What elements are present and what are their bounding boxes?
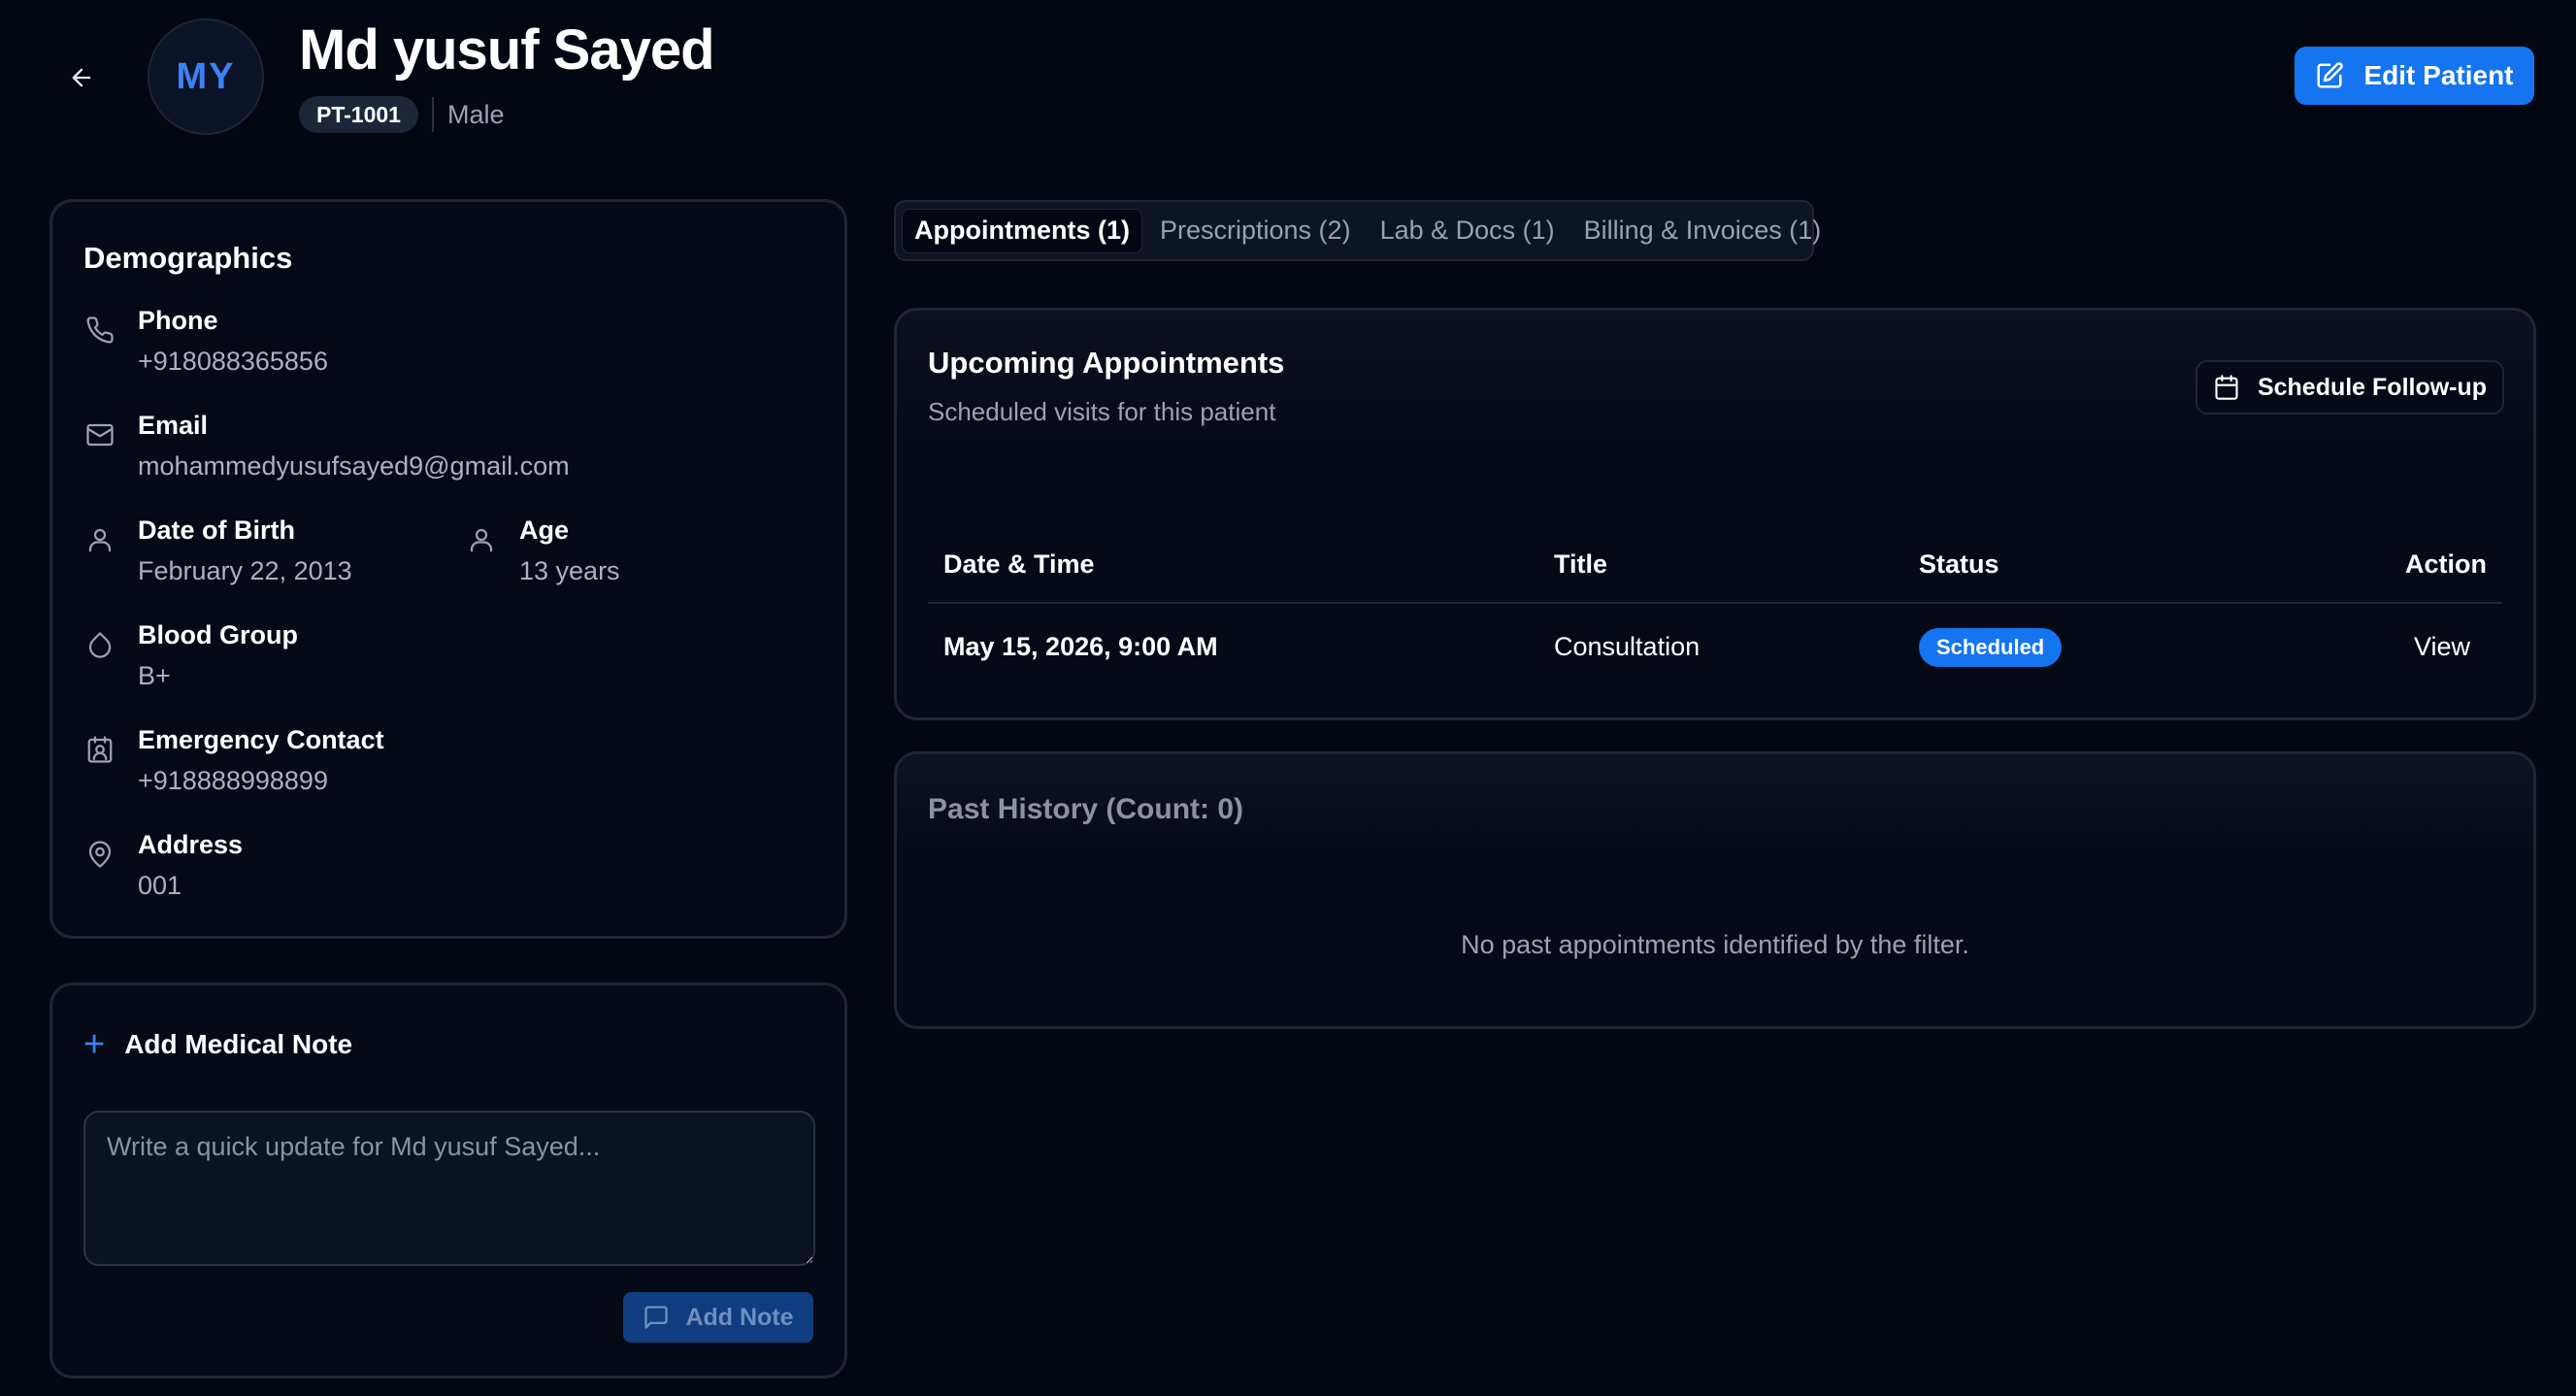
schedule-follow-up-label: Schedule Follow-up <box>2257 373 2488 401</box>
blood-group-value: B+ <box>138 661 171 690</box>
patient-tabs: Appointments (1) Prescriptions (2) Lab &… <box>894 200 1821 261</box>
email-label: Email <box>138 411 209 440</box>
address-value: 001 <box>138 871 182 900</box>
medical-note-card: + Add Medical Note Add Note <box>50 982 847 1379</box>
status-badge: Scheduled <box>1919 628 2063 667</box>
past-history-card: Past History (Count: 0) No past appointm… <box>894 751 2536 1029</box>
back-button[interactable] <box>60 56 103 99</box>
user-icon <box>83 523 116 556</box>
schedule-follow-up-button[interactable]: Schedule Follow-up <box>2196 360 2504 415</box>
appointment-datetime: May 15, 2026, 9:00 AM <box>943 632 1218 661</box>
add-note-label: Add Note <box>685 1303 794 1331</box>
gender-text: Male <box>446 99 505 129</box>
patient-meta: PT-1001 Male <box>299 96 504 133</box>
column-header-action: Action <box>2405 549 2487 579</box>
demographics-card: Demographics Phone +918088365856 Email m… <box>50 199 847 939</box>
column-header-title: Title <box>1554 549 1608 579</box>
patient-detail-page: MY Md yusuf Sayed PT-1001 Male Edit Pati… <box>0 0 2576 1396</box>
demographics-title: Demographics <box>83 241 293 275</box>
arrow-left-icon <box>72 68 91 87</box>
appointment-title: Consultation <box>1554 632 1701 661</box>
emergency-contact-label: Emergency Contact <box>138 725 384 754</box>
medical-note-input[interactable] <box>83 1111 815 1266</box>
plus-icon: + <box>83 1024 106 1065</box>
upcoming-subtitle: Scheduled visits for this patient <box>928 397 1276 426</box>
edit-patient-button[interactable]: Edit Patient <box>2295 47 2534 105</box>
column-header-date-time: Date & Time <box>943 549 1095 579</box>
tab-billing-invoices[interactable]: Billing & Invoices (1) <box>1572 209 1833 253</box>
table-header-divider <box>928 602 2502 604</box>
email-value: mohammedyusufsayed9@gmail.com <box>138 451 570 481</box>
tab-appointments[interactable]: Appointments (1) <box>902 208 1142 253</box>
page-title: Md yusuf Sayed <box>299 18 715 82</box>
medical-note-title: Add Medical Note <box>124 1029 353 1059</box>
past-history-title: Past History (Count: 0) <box>928 793 1244 825</box>
age-value: 13 years <box>519 556 620 585</box>
mail-icon <box>83 418 116 451</box>
dob-label: Date of Birth <box>138 515 295 545</box>
phone-label: Phone <box>138 306 218 335</box>
contact-card-icon <box>83 733 116 766</box>
avatar: MY <box>148 18 264 135</box>
view-appointment-link[interactable]: View <box>2414 632 2470 662</box>
user-icon <box>465 523 498 556</box>
dob-value: February 22, 2013 <box>138 556 352 585</box>
medical-note-header: + Add Medical Note <box>83 1026 352 1063</box>
droplet-icon <box>83 628 116 661</box>
tab-lab-docs[interactable]: Lab & Docs (1) <box>1369 209 1567 253</box>
patient-id-badge: PT-1001 <box>299 96 418 133</box>
blood-group-label: Blood Group <box>138 620 298 649</box>
column-header-status: Status <box>1919 549 1999 579</box>
edit-icon <box>2317 62 2344 88</box>
tab-prescriptions[interactable]: Prescriptions (2) <box>1148 209 1363 253</box>
meta-divider <box>431 97 434 132</box>
upcoming-title: Upcoming Appointments <box>928 346 1285 380</box>
calendar-icon <box>2215 375 2238 400</box>
phone-icon <box>83 314 116 347</box>
address-label: Address <box>138 830 244 859</box>
age-label: Age <box>519 515 570 545</box>
upcoming-appointments-card: Upcoming Appointments Scheduled visits f… <box>894 308 2536 720</box>
emergency-contact-value: +918888998899 <box>138 766 328 795</box>
empty-state-message: No past appointments identified by the f… <box>1461 930 1969 959</box>
map-pin-icon <box>83 838 116 871</box>
message-square-icon <box>644 1306 669 1329</box>
add-note-button[interactable]: Add Note <box>623 1292 813 1343</box>
phone-value: +918088365856 <box>138 347 328 376</box>
edit-patient-label: Edit Patient <box>2363 60 2514 90</box>
